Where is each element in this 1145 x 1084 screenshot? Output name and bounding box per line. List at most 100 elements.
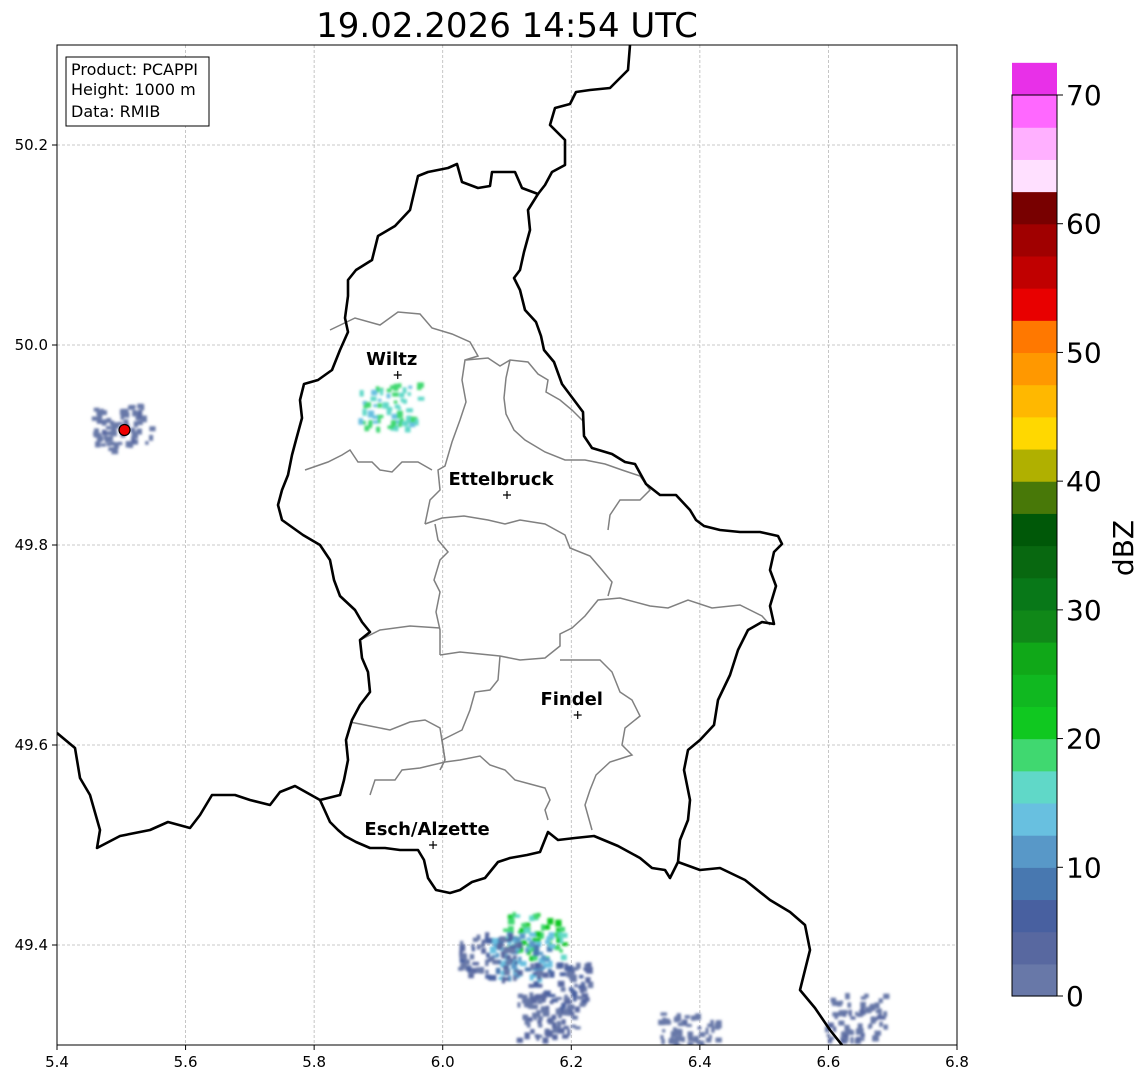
radar-echo-pixel [663, 1056, 667, 1060]
radar-echo-pixel [548, 944, 556, 949]
x-tick-label: 6.8 [945, 1053, 969, 1071]
radar-echo-pixel [679, 1029, 683, 1037]
radar-echo-pixel [481, 948, 486, 954]
radar-echo-pixel [551, 1022, 557, 1029]
radar-echo-pixel [661, 1049, 668, 1052]
radar-echo-pixel [530, 963, 535, 970]
radar-echo-pixel [466, 966, 471, 973]
colorbar-segment [1012, 706, 1057, 740]
colorbar-segment [1012, 609, 1057, 643]
x-tick-label: 6.6 [816, 1053, 840, 1071]
radar-echo-pixel [860, 1007, 865, 1015]
radar-echo-pixel [579, 986, 584, 994]
radar-echo-pixel [672, 1027, 677, 1032]
radar-echo-pixel [697, 1026, 702, 1030]
radar-echo-pixel [555, 919, 562, 927]
radar-echo-pixel [687, 1031, 694, 1039]
radar-echo-pixel [487, 976, 493, 981]
radar-echo-pixel [114, 422, 120, 429]
radar-echo-pixel [585, 977, 591, 983]
radar-echo-pixel [475, 967, 483, 974]
radar-echo-pixel [535, 914, 539, 920]
radar-echo-pixel [565, 1000, 572, 1004]
radar-echo-pixel [109, 420, 115, 426]
radar-echo-pixel [505, 960, 512, 965]
radar-echo-pixel [358, 418, 364, 425]
radar-echo-pixel [530, 1029, 535, 1034]
radar-echo-pixel [517, 1002, 521, 1008]
radar-echo-pixel [408, 385, 413, 389]
radar-echo-pixel [714, 1023, 722, 1029]
colorbar-segment [1012, 384, 1057, 418]
radar-echo-pixel [668, 1055, 673, 1060]
radar-echo-pixel [393, 400, 398, 404]
radar-echo-pixel [698, 1032, 706, 1037]
radar-echo-pixel [874, 1002, 880, 1009]
radar-echo-pixel [870, 1016, 876, 1024]
radar-echo-pixel [102, 419, 109, 424]
colorbar-segment [1012, 738, 1057, 772]
radar-echo-pixel [106, 426, 111, 430]
colorbar-segment [1012, 320, 1057, 354]
radar-echo-pixel [529, 932, 533, 937]
colorbar-segment [1012, 159, 1057, 193]
radar-echo-pixel [548, 932, 555, 940]
radar-echo-pixel [149, 434, 154, 441]
radar-echo-pixel [392, 392, 398, 397]
radar-echo-pixel [883, 993, 890, 1000]
radar-echo-pixel [660, 1012, 668, 1016]
radar-echo-pixel [874, 1030, 882, 1036]
y-tick-label: 50.2 [15, 136, 48, 154]
radar-echo-pixel [541, 955, 546, 961]
radar-echo-pixel [471, 944, 475, 948]
radar-echo-pixel [546, 1018, 552, 1023]
radar-echo-pixel [674, 1035, 682, 1042]
radar-echo-pixel [390, 421, 395, 428]
radar-echo-pixel [460, 940, 464, 946]
radar-echo-pixel [362, 409, 367, 416]
radar-echo-pixel [515, 937, 521, 943]
x-tick-label: 6.0 [431, 1053, 455, 1071]
radar-echo-pixel [878, 998, 883, 1004]
colorbar-label: dBZ [1107, 520, 1140, 576]
radar-echo-pixel [393, 383, 399, 390]
radar-echo-pixel [560, 954, 567, 961]
radar-echo-pixel [485, 969, 489, 975]
radar-echo-pixel [705, 1037, 712, 1043]
radar-echo-pixel [681, 1048, 684, 1052]
radar-echo-pixel [476, 934, 481, 941]
radar-echo-pixel [505, 954, 511, 961]
radar-echo-pixel [149, 426, 156, 432]
radar-echo-pixel [850, 1036, 854, 1044]
radar-echo-pixel [557, 962, 564, 968]
radar-echo-pixel [855, 1011, 859, 1016]
radar-echo-pixel [368, 421, 372, 429]
colorbar-segment [1012, 62, 1057, 96]
radar-echo-pixel [542, 972, 549, 978]
radar-echo-pixel [707, 1023, 712, 1028]
y-tick-label: 49.4 [15, 936, 48, 954]
radar-echo-pixel [531, 1004, 538, 1010]
radar-echo-pixel [552, 1034, 558, 1041]
colorbar-segment [1012, 481, 1057, 514]
radar-echo-pixel [687, 1042, 694, 1045]
colorbar-tick-label: 40 [1066, 465, 1102, 498]
radar-echo-pixel [564, 966, 571, 971]
colorbar-segment [1012, 95, 1057, 128]
radar-echo-pixel [414, 419, 419, 426]
radar-echo-pixel [100, 443, 106, 447]
radar-echo-pixel [584, 997, 590, 1002]
radar-echo-pixel [579, 1002, 586, 1007]
radar-echo-pixel [507, 915, 512, 919]
radar-echo-pixel [551, 1014, 557, 1020]
colorbar-segment [1012, 127, 1057, 160]
radar-echo-pixel [476, 944, 480, 950]
radar-echo-pixel [559, 972, 567, 977]
radar-echo-pixel [472, 961, 480, 966]
radar-echo-pixel [556, 1020, 562, 1028]
radar-echo-pixel [138, 411, 142, 419]
colorbar-segment [1012, 288, 1057, 321]
radar-echo-pixel [417, 385, 422, 391]
radar-echo-pixel [461, 954, 468, 960]
radar-echo-pixel [386, 393, 391, 399]
